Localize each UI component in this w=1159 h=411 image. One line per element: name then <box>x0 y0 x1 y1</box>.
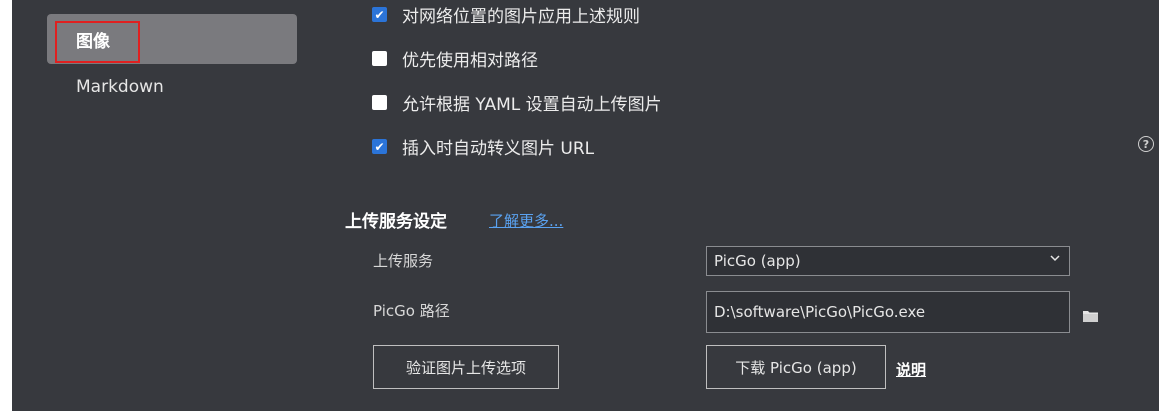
learn-more-link[interactable]: 了解更多... <box>489 210 563 231</box>
sidebar-item-label: 图像 <box>76 31 110 52</box>
verify-upload-button[interactable]: 验证图片上传选项 <box>373 345 559 389</box>
sidebar-item-image[interactable]: 图像 <box>47 14 297 64</box>
download-picgo-button[interactable]: 下载 PicGo (app) <box>706 345 886 389</box>
sidebar-item-label: Markdown <box>76 77 164 97</box>
upload-service-value: PicGo (app) <box>714 252 801 270</box>
question-circle-icon[interactable]: ? <box>1138 136 1154 152</box>
section-title: 上传服务设定 <box>345 212 447 232</box>
folder-icon[interactable] <box>1083 307 1098 322</box>
upload-service-label: 上传服务 <box>373 252 434 270</box>
option-escape-image-url[interactable]: ✔ 插入时自动转义图片 URL <box>372 134 594 159</box>
picgo-path-input[interactable]: D:\software\PicGo\PicGo.exe <box>706 291 1070 333</box>
checkbox-unchecked-icon[interactable] <box>372 51 387 66</box>
option-label: 插入时自动转义图片 URL <box>402 139 595 159</box>
upload-service-select[interactable]: PicGo (app) <box>706 246 1070 276</box>
sidebar-item-markdown[interactable]: Markdown <box>47 62 297 112</box>
chevron-down-icon <box>1049 252 1061 267</box>
option-label: 允许根据 YAML 设置自动上传图片 <box>402 95 662 115</box>
picgo-path-label: PicGo 路径 <box>373 302 450 320</box>
option-apply-network-rule[interactable]: ✔ 对网络位置的图片应用上述规则 <box>372 2 640 27</box>
picgo-path-value: D:\software\PicGo\PicGo.exe <box>714 303 926 321</box>
option-yaml-auto-upload[interactable]: 允许根据 YAML 设置自动上传图片 <box>372 90 662 115</box>
option-label: 对网络位置的图片应用上述规则 <box>402 7 640 27</box>
checkbox-unchecked-icon[interactable] <box>372 95 387 110</box>
explain-link[interactable]: 说明 <box>896 359 926 380</box>
option-prefer-relative-path[interactable]: 优先使用相对路径 <box>372 46 538 71</box>
checkbox-checked-icon[interactable]: ✔ <box>372 139 387 154</box>
preferences-panel: 图像 Markdown ✔ 对网络位置的图片应用上述规则 优先使用相对路径 允许… <box>12 0 1159 411</box>
checkbox-checked-icon[interactable]: ✔ <box>372 7 387 22</box>
option-label: 优先使用相对路径 <box>402 51 538 71</box>
